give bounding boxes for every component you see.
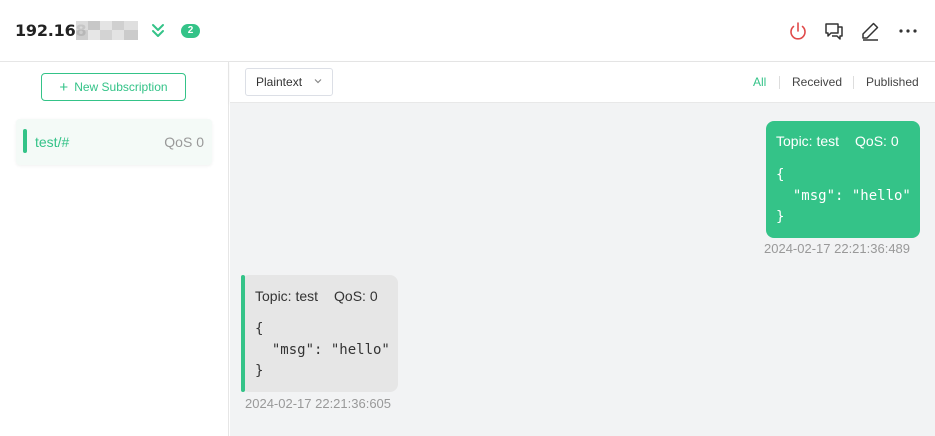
message-header: Topic: test QoS: 0 (776, 133, 899, 149)
subscription-color-bar (241, 275, 245, 392)
tab-divider (853, 76, 854, 89)
new-subscription-label: New Subscription (74, 80, 168, 94)
message-list: Topic: test QoS: 0 { "msg": "hello" } 202… (230, 103, 935, 436)
chevron-down-icon (314, 79, 322, 84)
plus-icon: + (59, 79, 69, 96)
message-qos: QoS: 0 (855, 133, 899, 149)
message-payload: { "msg": "hello" } (255, 321, 390, 379)
payload-format-value: Plaintext (256, 75, 303, 89)
message-bubble-received[interactable]: Topic: test QoS: 0 { "msg": "hello" } (241, 275, 398, 392)
message-timestamp: 2024-02-17 22:21:36:605 (245, 396, 392, 411)
subscription-topic: test/# (35, 134, 70, 150)
tab-divider (779, 76, 780, 89)
payload-format-select[interactable]: Plaintext (245, 68, 333, 96)
message-payload: { "msg": "hello" } (776, 167, 911, 225)
tab-published[interactable]: Published (866, 75, 919, 89)
chevrons-down-icon[interactable] (149, 22, 167, 40)
subscription-color-bar (23, 129, 27, 153)
connection-header: 192.168 2 (0, 0, 935, 62)
message-filter-bar: Plaintext All Received Published (230, 62, 935, 103)
message-topic: Topic: test (776, 133, 840, 149)
message-bubble-published[interactable]: Topic: test QoS: 0 { "msg": "hello" } (766, 121, 920, 238)
tab-all[interactable]: All (753, 75, 766, 89)
subscription-qos: QoS 0 (164, 134, 204, 150)
tab-received[interactable]: Received (792, 75, 842, 89)
new-subscription-button[interactable]: + New Subscription (41, 73, 186, 101)
more-icon[interactable] (897, 20, 919, 42)
message-count-badge: 2 (181, 24, 200, 38)
message-topic: Topic: test (255, 288, 319, 304)
redacted-address (76, 21, 138, 40)
message-qos: QoS: 0 (334, 288, 378, 304)
message-header: Topic: test QoS: 0 (255, 288, 378, 304)
power-icon[interactable] (787, 20, 809, 42)
message-timestamp: 2024-02-17 22:21:36:489 (764, 241, 911, 256)
subscriptions-sidebar: + New Subscription test/# QoS 0 (0, 62, 229, 436)
edit-icon[interactable] (859, 20, 881, 42)
subscription-item[interactable]: test/# QoS 0 (16, 119, 212, 165)
message-icon[interactable] (823, 20, 845, 42)
